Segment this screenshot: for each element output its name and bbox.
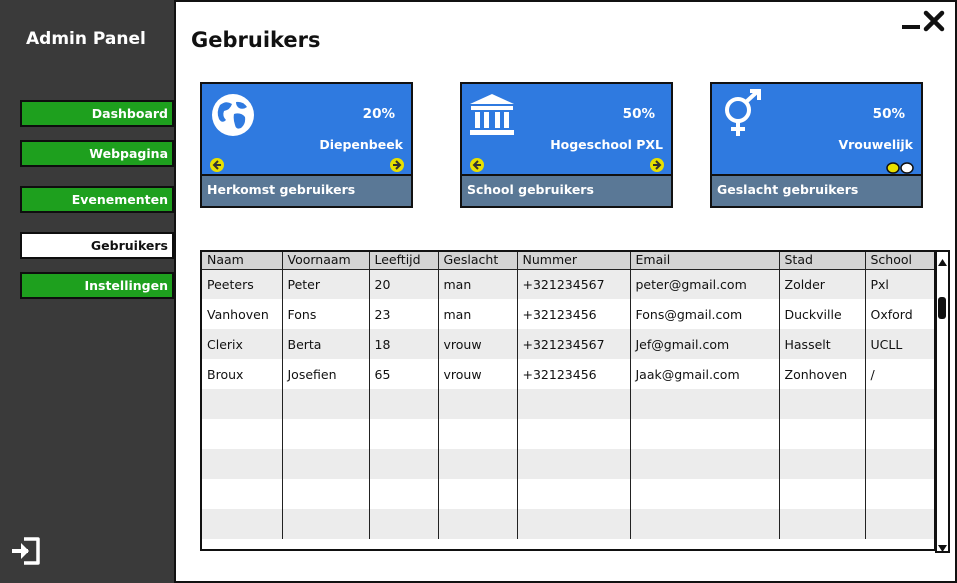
stat-card-herkomst: 20% Diepenbeek Herkomst gebruikers xyxy=(200,82,413,208)
page-title: Gebruikers xyxy=(191,28,321,52)
table-cell: Berta xyxy=(282,329,370,359)
sidebar-item-webpagina[interactable]: Webpagina xyxy=(20,140,174,167)
table-scrollbar[interactable] xyxy=(935,250,950,553)
column-header[interactable]: Geslacht xyxy=(438,252,518,270)
card-percent: 50% xyxy=(872,106,905,122)
sidebar-item-dashboard[interactable]: Dashboard xyxy=(20,100,174,127)
table-cell: Broux xyxy=(202,359,283,389)
logout-icon[interactable] xyxy=(10,536,42,566)
table-cell: 23 xyxy=(369,299,439,329)
table-cell: +32123456 xyxy=(517,299,631,329)
scroll-up-icon[interactable] xyxy=(937,253,948,266)
table-row[interactable]: Vanhoven Fons 23 man +32123456 Fons@gmai… xyxy=(202,299,934,329)
app-title: Admin Panel xyxy=(26,29,146,49)
table-cell: 20 xyxy=(369,269,439,299)
sidebar-item-gebruikers[interactable]: Gebruikers xyxy=(20,232,174,259)
column-header[interactable]: School xyxy=(865,252,934,270)
table-row-empty xyxy=(202,509,934,539)
globe-icon xyxy=(210,92,256,142)
card-label: Hogeschool PXL xyxy=(550,137,663,152)
table-cell: +321234567 xyxy=(517,329,631,359)
scrollbar-thumb[interactable] xyxy=(938,297,946,319)
arrow-left-icon[interactable] xyxy=(470,158,484,172)
sidebar-item-evenementen[interactable]: Evenementen xyxy=(20,186,174,213)
table-cell: UCLL xyxy=(865,329,934,359)
table-cell: Fons xyxy=(282,299,370,329)
table-cell: vrouw xyxy=(438,359,518,389)
table-cell: Oxford xyxy=(870,306,913,322)
card-label: Diepenbeek xyxy=(319,137,403,152)
table-row-empty xyxy=(202,479,934,509)
column-header[interactable]: Leeftijd xyxy=(369,252,439,270)
card-label: Vrouwelijk xyxy=(838,137,913,152)
card-footer: School gebruikers xyxy=(462,174,671,206)
table-cell: Zolder xyxy=(779,269,866,299)
column-header[interactable]: Stad xyxy=(779,252,866,270)
sidebar: Admin Panel Dashboard Webpagina Evenemen… xyxy=(0,0,176,583)
table-row[interactable]: Broux Josefien 65 vrouw +32123456 Jaak@g… xyxy=(202,359,934,389)
arrow-left-icon[interactable] xyxy=(210,158,224,172)
table-cell: Jef@gmail.com xyxy=(630,329,780,359)
gender-icon xyxy=(720,88,766,144)
arrow-right-icon[interactable] xyxy=(650,158,664,172)
table-cell: Zonhoven xyxy=(779,359,866,389)
table-cell: Pxl xyxy=(865,269,934,299)
table-cell: Peter xyxy=(282,269,370,299)
table-row-empty xyxy=(202,449,934,479)
scroll-down-icon[interactable] xyxy=(937,539,948,552)
table-cell: Duckville xyxy=(779,299,866,329)
card-footer: Geslacht gebruikers xyxy=(712,174,921,206)
window-controls xyxy=(902,10,948,36)
arrow-right-icon[interactable] xyxy=(390,158,404,172)
minimize-icon[interactable] xyxy=(902,25,920,29)
table-cell: vrouw xyxy=(438,329,518,359)
card-footer: Herkomst gebruikers xyxy=(202,174,411,206)
column-header[interactable]: Nummer xyxy=(517,252,631,270)
table-row[interactable]: Clerix Berta 18 vrouw +321234567 Jef@gma… xyxy=(202,329,934,359)
table-cell: Vanhoven xyxy=(202,299,283,329)
users-table: Naam Voornaam Leeftijd Geslacht Nummer E… xyxy=(200,250,936,551)
card-percent: 50% xyxy=(622,106,655,122)
stat-card-geslacht: 50% Vrouwelijk Geslacht gebruikers xyxy=(710,82,923,208)
table-row[interactable]: Peeters Peter 20 man +321234567 peter@gm… xyxy=(202,269,934,299)
table-cell: Peeters xyxy=(202,269,283,299)
table-cell: Clerix xyxy=(202,329,283,359)
table-cell: peter@gmail.com xyxy=(630,269,780,299)
table-cell: Jaak@gmail.com xyxy=(630,359,780,389)
column-header[interactable]: Email xyxy=(630,252,780,270)
table-cell: 65 xyxy=(369,359,439,389)
stat-card-school: 50% Hogeschool PXL School gebruikers xyxy=(460,82,673,208)
table-cell: 18 xyxy=(369,329,439,359)
table-row-empty xyxy=(202,389,934,419)
table-cell: man xyxy=(438,299,518,329)
table-cell: +321234567 xyxy=(517,269,631,299)
table-cell: Josefien xyxy=(282,359,370,389)
table-cell: Fons@gmail.com xyxy=(630,299,780,329)
table-cell: man xyxy=(438,269,518,299)
table-header: Naam Voornaam Leeftijd Geslacht Nummer E… xyxy=(202,252,934,270)
close-icon[interactable] xyxy=(923,10,945,32)
table-cell: Hasselt xyxy=(779,329,866,359)
table-cell: +32123456 xyxy=(517,359,631,389)
column-header[interactable]: Naam xyxy=(202,252,283,270)
building-icon xyxy=(468,92,516,140)
column-header[interactable]: Voornaam xyxy=(282,252,370,270)
card-percent: 20% xyxy=(362,106,395,122)
table-row-empty xyxy=(202,419,934,449)
sidebar-item-instellingen[interactable]: Instellingen xyxy=(20,272,174,299)
table-cell: / xyxy=(870,366,875,382)
